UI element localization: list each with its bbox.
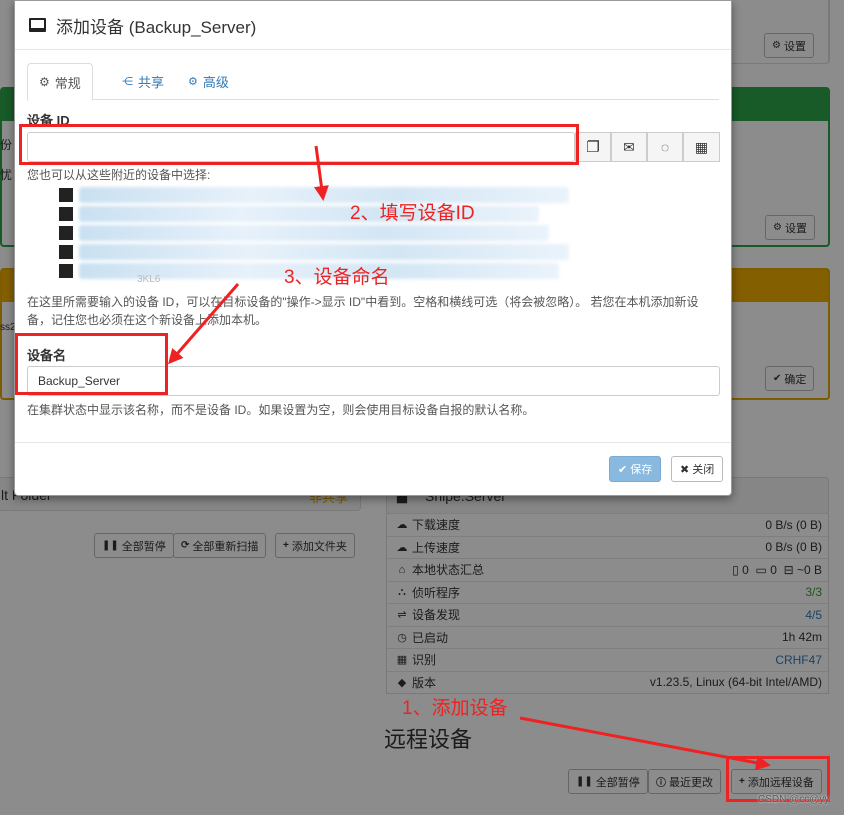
arrow-step-1 bbox=[519, 716, 771, 771]
arrow-step-3 bbox=[168, 283, 240, 365]
watermark: CSDN @cc@yy bbox=[758, 794, 830, 805]
arrow-step-2 bbox=[313, 145, 329, 201]
annotation-arrows bbox=[168, 145, 771, 771]
